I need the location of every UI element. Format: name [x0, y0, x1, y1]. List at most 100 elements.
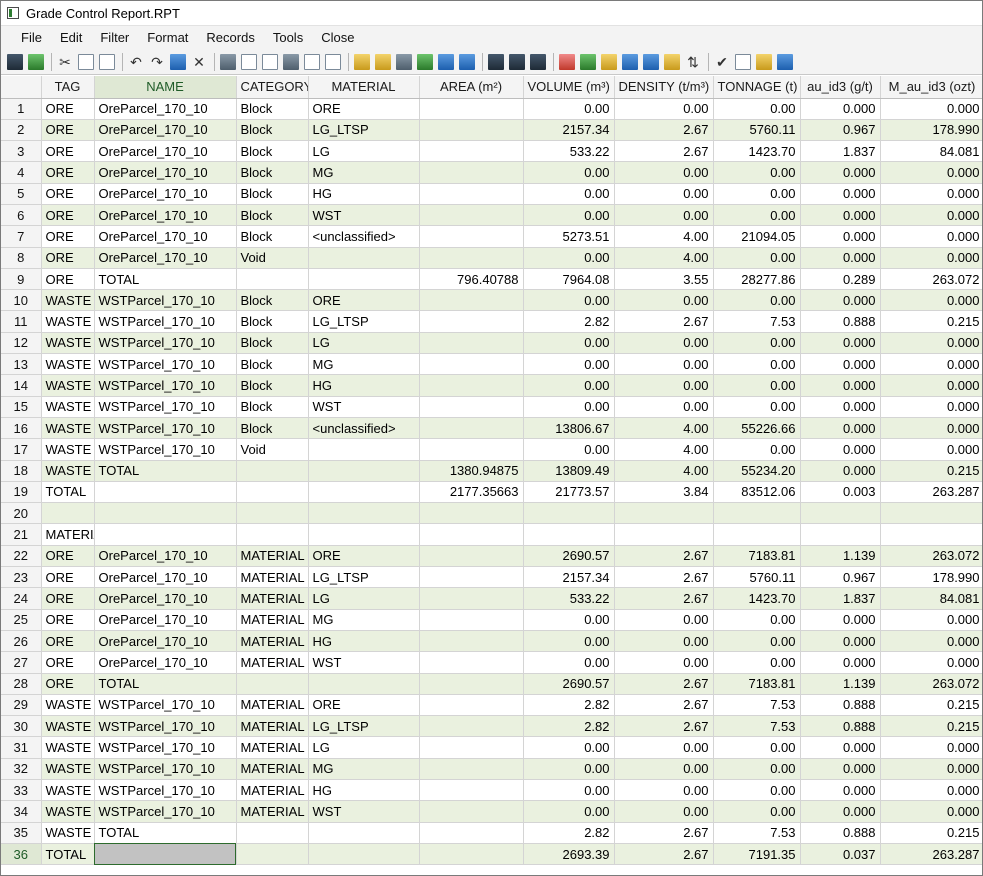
cell-category[interactable]: Block	[236, 183, 309, 205]
cell-volume[interactable]: 2.82	[523, 694, 615, 717]
cell-material[interactable]: MG	[308, 609, 420, 631]
cell-au-ounces[interactable]	[880, 523, 982, 546]
cell-volume[interactable]: 21773.57	[523, 481, 615, 504]
cell-tag[interactable]: WASTE	[41, 438, 95, 461]
cell-volume[interactable]: 533.22	[523, 587, 615, 610]
menu-format[interactable]: Format	[138, 30, 197, 45]
cell-volume[interactable]	[523, 523, 615, 546]
cell-name[interactable]: WSTParcel_170_10	[94, 736, 237, 759]
table-row[interactable]: 18 WASTE TOTAL 1380.94875 13809.49 4.00 55234.…	[1, 460, 982, 482]
cell-au-grade[interactable]: 0.000	[800, 353, 881, 376]
cell-au-ounces[interactable]: 263.287	[880, 481, 982, 504]
table-row[interactable]: 1 ORE OreParcel_170_10 Block ORE 0.00 0.00 0.00…	[1, 98, 982, 120]
cell-name[interactable]	[94, 523, 237, 546]
table-row[interactable]: 12 WASTE WSTParcel_170_10 Block LG 0.00 0.00 0.…	[1, 332, 982, 355]
cell-density[interactable]: 0.00	[614, 609, 714, 631]
cell-au-ounces[interactable]: 0.000	[880, 183, 982, 205]
cell-density[interactable]	[614, 523, 714, 546]
cell-area[interactable]	[419, 566, 524, 589]
cell-area[interactable]	[419, 247, 524, 269]
cell-material[interactable]: WST	[308, 204, 420, 227]
cell-au-ounces[interactable]	[880, 502, 982, 525]
cell-density[interactable]: 2.67	[614, 822, 714, 844]
save-icon[interactable]	[7, 53, 23, 70]
table-row[interactable]: 19 TOTAL 2177.35663 21773.57 3.84 83512.06 0.0…	[1, 481, 982, 504]
menu-close[interactable]: Close	[312, 30, 363, 45]
cell-au-grade[interactable]: 0.000	[800, 204, 881, 227]
cell-material[interactable]: MG	[308, 758, 420, 781]
cell-tonnage[interactable]: 55234.20	[713, 460, 801, 482]
cell-density[interactable]: 2.67	[614, 140, 714, 163]
cell-material[interactable]: <unclassified>	[308, 417, 420, 440]
cell-tag[interactable]: WASTE	[41, 310, 95, 333]
cell-category[interactable]: MATERIAL	[236, 758, 309, 781]
row-number[interactable]: 28	[1, 673, 42, 695]
cell-material[interactable]: LG	[308, 140, 420, 163]
cell-area[interactable]: 2177.35663	[419, 481, 524, 504]
row-number[interactable]: 32	[1, 758, 42, 781]
cell-volume[interactable]: 7964.08	[523, 268, 615, 291]
cell-volume[interactable]: 13809.49	[523, 460, 615, 482]
decimal-increase-icon[interactable]	[304, 53, 320, 70]
cell-density[interactable]: 0.00	[614, 779, 714, 802]
cell-tag[interactable]: WASTE	[41, 758, 95, 781]
cell-volume[interactable]: 0.00	[523, 800, 615, 823]
cell-density[interactable]: 4.00	[614, 417, 714, 440]
cell-tag[interactable]: ORE	[41, 609, 95, 631]
cell-tonnage[interactable]: 7.53	[713, 822, 801, 844]
cell-category[interactable]: Void	[236, 438, 309, 461]
cell-material[interactable]	[308, 247, 420, 269]
cell-tag[interactable]: WASTE	[41, 800, 95, 823]
cell-volume[interactable]: 2690.57	[523, 673, 615, 695]
cell-material[interactable]	[308, 673, 420, 695]
column-header-tag[interactable]: TAG	[41, 76, 95, 99]
cell-tonnage[interactable]: 83512.06	[713, 481, 801, 504]
split-icon[interactable]	[643, 53, 659, 70]
cell-density[interactable]: 2.67	[614, 587, 714, 610]
cell-volume[interactable]: 0.00	[523, 758, 615, 781]
cell-au-ounces[interactable]: 0.000	[880, 289, 982, 312]
row-number[interactable]: 18	[1, 460, 42, 482]
cell-category[interactable]	[236, 460, 309, 482]
cell-volume[interactable]: 2.82	[523, 822, 615, 844]
table-row[interactable]: 30 WASTE WSTParcel_170_10 MATERIAL LG_LTSP 2.…	[1, 715, 982, 738]
cell-volume[interactable]: 5273.51	[523, 225, 615, 248]
cell-tag[interactable]: ORE	[41, 98, 95, 120]
cell-au-ounces[interactable]: 0.215	[880, 715, 982, 738]
cell-category[interactable]: MATERIAL	[236, 779, 309, 802]
edit-alt-icon[interactable]	[375, 53, 391, 70]
cell-au-ounces[interactable]: 0.000	[880, 353, 982, 376]
cell-category[interactable]: MATERIAL	[236, 800, 309, 823]
cell-material[interactable]: HG	[308, 779, 420, 802]
cell-au-grade[interactable]: 0.000	[800, 247, 881, 269]
cell-category[interactable]	[236, 268, 309, 291]
cell-au-ounces[interactable]: 0.000	[880, 98, 982, 120]
table-row[interactable]: 21 MATERI/	[1, 523, 982, 546]
table-row[interactable]: 24 ORE OreParcel_170_10 MATERIAL LG 533.22 2.6…	[1, 587, 982, 610]
sort-icon[interactable]	[664, 53, 680, 70]
table-row[interactable]: 2 ORE OreParcel_170_10 Block LG_LTSP 2157.34 2…	[1, 119, 982, 142]
cell-name[interactable]: OreParcel_170_10	[94, 119, 237, 142]
cell-au-ounces[interactable]: 0.000	[880, 438, 982, 461]
cell-density[interactable]: 4.00	[614, 225, 714, 248]
cell-density[interactable]: 2.67	[614, 566, 714, 589]
cell-volume[interactable]: 2690.57	[523, 545, 615, 568]
cell-material[interactable]: LG_LTSP	[308, 566, 420, 589]
cell-au-grade[interactable]: 0.000	[800, 779, 881, 802]
cell-tonnage[interactable]: 21094.05	[713, 225, 801, 248]
cell-area[interactable]	[419, 396, 524, 418]
cell-name[interactable]: TOTAL	[94, 822, 237, 844]
cell-tonnage[interactable]: 0.00	[713, 396, 801, 418]
cell-area[interactable]	[419, 119, 524, 142]
table-row[interactable]: 20	[1, 502, 982, 525]
cell-volume[interactable]: 2.82	[523, 715, 615, 738]
table-row[interactable]: 35 WASTE TOTAL 2.82 2.67 7.53 0.888 0.215	[1, 822, 982, 844]
cell-au-ounces[interactable]: 0.000	[880, 374, 982, 397]
cell-density[interactable]: 4.00	[614, 460, 714, 482]
paste-icon[interactable]	[99, 53, 115, 70]
cell-area[interactable]: 796.40788	[419, 268, 524, 291]
cell-tag[interactable]: ORE	[41, 566, 95, 589]
cell-name[interactable]: OreParcel_170_10	[94, 247, 237, 269]
cell-au-ounces[interactable]: 0.000	[880, 630, 982, 653]
cell-tonnage[interactable]: 0.00	[713, 332, 801, 355]
